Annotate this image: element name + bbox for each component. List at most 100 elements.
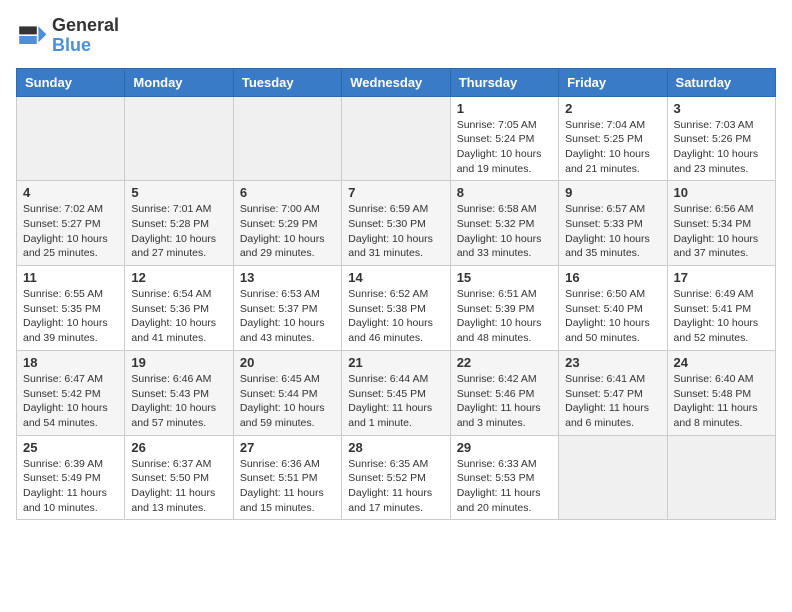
calendar-cell [233, 96, 341, 181]
day-info: Sunrise: 7:03 AMSunset: 5:26 PMDaylight:… [674, 118, 769, 177]
day-number: 5 [131, 185, 226, 200]
calendar-cell [125, 96, 233, 181]
calendar-cell: 6Sunrise: 7:00 AMSunset: 5:29 PMDaylight… [233, 181, 341, 266]
day-number: 13 [240, 270, 335, 285]
calendar-cell: 17Sunrise: 6:49 AMSunset: 5:41 PMDayligh… [667, 266, 775, 351]
day-number: 20 [240, 355, 335, 370]
calendar-cell: 26 Sunrise: 6:37 AMSunset: 5:50 PMDayligh… [125, 435, 233, 520]
calendar-cell: 2 Sunrise: 7:04 AMSunset: 5:25 PMDaylight… [559, 96, 667, 181]
day-info: Sunrise: 6:33 AMSunset: 5:53 PMDaylight:… [457, 457, 552, 516]
calendar-cell: 7 Sunrise: 6:59 AMSunset: 5:30 PMDaylight… [342, 181, 450, 266]
day-info: Sunrise: 6:58 AMSunset: 5:32 PMDaylight:… [457, 202, 552, 261]
day-info: Sunrise: 6:39 AMSunset: 5:49 PMDaylight:… [23, 457, 118, 516]
day-info: Sunrise: 6:47 AMSunset: 5:42 PMDaylight:… [23, 372, 118, 431]
day-number: 3 [674, 101, 769, 116]
calendar-cell: 11 Sunrise: 6:55 AMSunset: 5:35 PMDayligh… [17, 266, 125, 351]
weekday-header: Friday [559, 68, 667, 96]
day-number: 1 [457, 101, 552, 116]
day-number: 9 [565, 185, 660, 200]
calendar-cell: 20 Sunrise: 6:45 AMSunset: 5:44 PMDayligh… [233, 350, 341, 435]
day-info: Sunrise: 7:05 AMSunset: 5:24 PMDaylight:… [457, 118, 552, 177]
day-number: 26 [131, 440, 226, 455]
weekday-header: Monday [125, 68, 233, 96]
day-info: Sunrise: 6:37 AMSunset: 5:50 PMDaylight:… [131, 457, 226, 516]
day-info: Sunrise: 6:45 AMSunset: 5:44 PMDaylight:… [240, 372, 335, 431]
logo: General Blue [16, 16, 119, 56]
calendar-week-row: 4 Sunrise: 7:02 AMSunset: 5:27 PMDaylight… [17, 181, 776, 266]
day-info: Sunrise: 6:53 AMSunset: 5:37 PMDaylight:… [240, 287, 335, 346]
day-number: 24 [674, 355, 769, 370]
day-number: 12 [131, 270, 226, 285]
day-info: Sunrise: 6:44 AMSunset: 5:45 PMDaylight:… [348, 372, 443, 431]
day-info: Sunrise: 6:55 AMSunset: 5:35 PMDaylight:… [23, 287, 118, 346]
calendar-week-row: 18 Sunrise: 6:47 AMSunset: 5:42 PMDayligh… [17, 350, 776, 435]
day-number: 28 [348, 440, 443, 455]
calendar-cell: 23 Sunrise: 6:41 AMSunset: 5:47 PMDayligh… [559, 350, 667, 435]
day-info: Sunrise: 6:35 AMSunset: 5:52 PMDaylight:… [348, 457, 443, 516]
calendar-cell: 1 Sunrise: 7:05 AMSunset: 5:24 PMDaylight… [450, 96, 558, 181]
calendar-cell: 10 Sunrise: 6:56 AMSunset: 5:34 PMDayligh… [667, 181, 775, 266]
day-info: Sunrise: 7:04 AMSunset: 5:25 PMDaylight:… [565, 118, 660, 177]
day-info: Sunrise: 6:59 AMSunset: 5:30 PMDaylight:… [348, 202, 443, 261]
calendar-cell: 29 Sunrise: 6:33 AMSunset: 5:53 PMDayligh… [450, 435, 558, 520]
calendar-cell [559, 435, 667, 520]
calendar-week-row: 1 Sunrise: 7:05 AMSunset: 5:24 PMDaylight… [17, 96, 776, 181]
logo-icon [16, 20, 48, 52]
day-number: 21 [348, 355, 443, 370]
calendar-cell: 15Sunrise: 6:51 AMSunset: 5:39 PMDayligh… [450, 266, 558, 351]
day-info: Sunrise: 6:40 AMSunset: 5:48 PMDaylight:… [674, 372, 769, 431]
calendar-cell [342, 96, 450, 181]
calendar-cell: 21 Sunrise: 6:44 AMSunset: 5:45 PMDayligh… [342, 350, 450, 435]
calendar-cell [17, 96, 125, 181]
day-info: Sunrise: 6:42 AMSunset: 5:46 PMDaylight:… [457, 372, 552, 431]
calendar-cell: 9Sunrise: 6:57 AMSunset: 5:33 PMDaylight… [559, 181, 667, 266]
day-info: Sunrise: 6:56 AMSunset: 5:34 PMDaylight:… [674, 202, 769, 261]
day-number: 10 [674, 185, 769, 200]
page-header: General Blue [16, 16, 776, 56]
day-number: 19 [131, 355, 226, 370]
calendar-cell: 24 Sunrise: 6:40 AMSunset: 5:48 PMDayligh… [667, 350, 775, 435]
calendar-cell: 16Sunrise: 6:50 AMSunset: 5:40 PMDayligh… [559, 266, 667, 351]
weekday-header: Wednesday [342, 68, 450, 96]
weekday-header: Sunday [17, 68, 125, 96]
calendar-cell: 3 Sunrise: 7:03 AMSunset: 5:26 PMDaylight… [667, 96, 775, 181]
day-number: 11 [23, 270, 118, 285]
day-number: 6 [240, 185, 335, 200]
calendar-cell: 28 Sunrise: 6:35 AMSunset: 5:52 PMDayligh… [342, 435, 450, 520]
day-number: 18 [23, 355, 118, 370]
day-info: Sunrise: 6:36 AMSunset: 5:51 PMDaylight:… [240, 457, 335, 516]
day-info: Sunrise: 6:49 AMSunset: 5:41 PMDaylight:… [674, 287, 769, 346]
calendar-cell: 8 Sunrise: 6:58 AMSunset: 5:32 PMDaylight… [450, 181, 558, 266]
day-number: 14 [348, 270, 443, 285]
weekday-header: Thursday [450, 68, 558, 96]
day-number: 7 [348, 185, 443, 200]
day-info: Sunrise: 6:54 AMSunset: 5:36 PMDaylight:… [131, 287, 226, 346]
logo-text: General Blue [52, 16, 119, 56]
day-number: 23 [565, 355, 660, 370]
day-info: Sunrise: 6:41 AMSunset: 5:47 PMDaylight:… [565, 372, 660, 431]
calendar-cell: 22 Sunrise: 6:42 AMSunset: 5:46 PMDayligh… [450, 350, 558, 435]
calendar-cell: 5 Sunrise: 7:01 AMSunset: 5:28 PMDaylight… [125, 181, 233, 266]
day-number: 27 [240, 440, 335, 455]
day-number: 29 [457, 440, 552, 455]
day-number: 4 [23, 185, 118, 200]
calendar-week-row: 25Sunrise: 6:39 AMSunset: 5:49 PMDayligh… [17, 435, 776, 520]
weekday-header: Saturday [667, 68, 775, 96]
day-info: Sunrise: 7:02 AMSunset: 5:27 PMDaylight:… [23, 202, 118, 261]
calendar-cell: 25Sunrise: 6:39 AMSunset: 5:49 PMDayligh… [17, 435, 125, 520]
calendar-cell: 14 Sunrise: 6:52 AMSunset: 5:38 PMDayligh… [342, 266, 450, 351]
day-number: 16 [565, 270, 660, 285]
calendar-cell: 19Sunrise: 6:46 AMSunset: 5:43 PMDayligh… [125, 350, 233, 435]
day-number: 8 [457, 185, 552, 200]
day-number: 22 [457, 355, 552, 370]
day-info: Sunrise: 7:01 AMSunset: 5:28 PMDaylight:… [131, 202, 226, 261]
calendar-cell: 27 Sunrise: 6:36 AMSunset: 5:51 PMDayligh… [233, 435, 341, 520]
calendar-cell: 18 Sunrise: 6:47 AMSunset: 5:42 PMDayligh… [17, 350, 125, 435]
day-number: 2 [565, 101, 660, 116]
calendar-cell: 12 Sunrise: 6:54 AMSunset: 5:36 PMDayligh… [125, 266, 233, 351]
day-info: Sunrise: 6:52 AMSunset: 5:38 PMDaylight:… [348, 287, 443, 346]
calendar-cell: 13 Sunrise: 6:53 AMSunset: 5:37 PMDayligh… [233, 266, 341, 351]
calendar-week-row: 11 Sunrise: 6:55 AMSunset: 5:35 PMDayligh… [17, 266, 776, 351]
calendar-cell: 4 Sunrise: 7:02 AMSunset: 5:27 PMDaylight… [17, 181, 125, 266]
day-info: Sunrise: 6:51 AMSunset: 5:39 PMDaylight:… [457, 287, 552, 346]
